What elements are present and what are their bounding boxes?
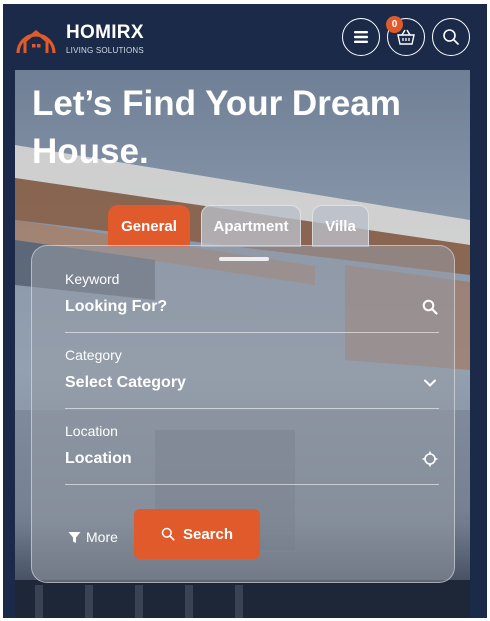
house-logo-icon[interactable]: [13, 16, 59, 56]
search-button-label: Search: [182, 525, 234, 543]
divider: [65, 484, 439, 485]
location-label: Location: [65, 423, 118, 439]
crosshair-icon[interactable]: [422, 451, 438, 467]
tab-villa[interactable]: Villa: [312, 205, 369, 247]
menu-button[interactable]: [342, 18, 380, 56]
hero-title: Let’s Find Your Dream House.: [32, 80, 452, 176]
more-label: More: [86, 529, 118, 545]
hero-title-line-2: House.: [32, 132, 149, 171]
search-button[interactable]: Search: [134, 509, 260, 559]
divider: [65, 408, 439, 409]
keyword-input[interactable]: Looking For?: [65, 298, 167, 316]
hero-section: Let’s Find Your Dream House. General Apa…: [15, 70, 470, 618]
tab-apartment[interactable]: Apartment: [201, 205, 301, 247]
search-icon: [443, 29, 459, 45]
more-filters-button[interactable]: More: [68, 529, 118, 545]
basket-icon: [397, 29, 415, 45]
hamburger-icon: [354, 31, 368, 43]
search-form-panel: Keyword Looking For? Category Select Cat…: [31, 245, 455, 583]
category-label: Category: [65, 347, 122, 363]
drag-handle[interactable]: [219, 257, 269, 261]
search-icon: [161, 527, 175, 541]
app-frame: HOMIRX LIVING SOLUTIONS 0 Let’s Find You…: [3, 4, 487, 618]
divider: [65, 332, 439, 333]
header-search-button[interactable]: [432, 18, 470, 56]
tab-general[interactable]: General: [108, 205, 190, 247]
chevron-down-icon[interactable]: [422, 375, 438, 391]
cart-count-badge: 0: [386, 16, 403, 33]
search-icon[interactable]: [422, 299, 438, 315]
filter-icon: [68, 531, 81, 543]
site-header: HOMIRX LIVING SOLUTIONS 0: [3, 4, 487, 70]
brand-name[interactable]: HOMIRX: [66, 22, 144, 44]
location-input[interactable]: Location: [65, 450, 132, 468]
category-select[interactable]: Select Category: [65, 374, 186, 392]
keyword-label: Keyword: [65, 271, 120, 287]
hero-title-line-1: Let’s Find Your Dream: [32, 84, 401, 123]
brand-tagline: LIVING SOLUTIONS: [66, 46, 144, 55]
